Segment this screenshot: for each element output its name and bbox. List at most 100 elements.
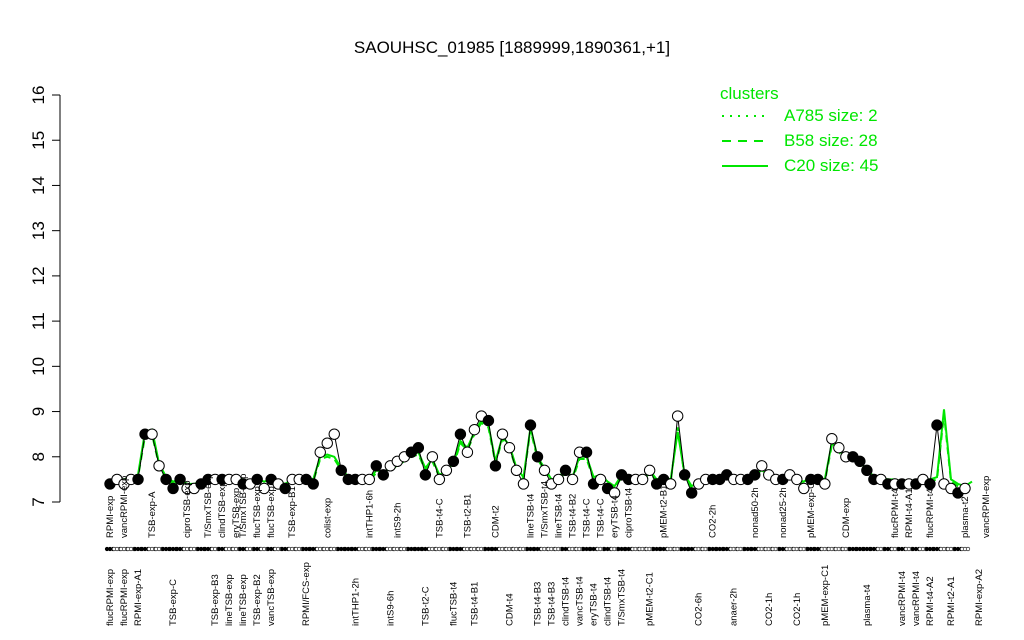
data-point [594, 473, 607, 486]
x-tick-label: pMEM-t2-C1 [645, 572, 656, 626]
x-tick-label: flucRPMI-exp [119, 569, 130, 626]
x-tick-label: eryTSB-t4 [589, 583, 600, 626]
y-tick-label: 10 [29, 357, 48, 376]
x-tick-label: TSB-t2-B1 [462, 494, 473, 538]
data-point [489, 460, 502, 472]
data-point [833, 442, 845, 454]
x-tick-label: vancRPMI-exp [981, 476, 992, 538]
legend-label: A785 size: 2 [784, 106, 878, 125]
x-tick-label: vancRPMI-t4 [897, 571, 908, 626]
x-tick-label: T/SmxTSB-t4 [617, 569, 628, 626]
data-point [433, 473, 446, 486]
x-tick-label: TSB-exp-B1 [287, 486, 298, 538]
x-tick-label: pMEM-exp-C1 [820, 565, 831, 626]
data-point [931, 419, 943, 431]
x-tick-label: flucTSB-exp [252, 486, 263, 538]
x-tick-label: clindTSB-exp [217, 482, 228, 539]
x-tick-label: TSB-t4-C [434, 498, 445, 538]
x-tick-label: RPMI-exp [105, 496, 116, 538]
x-tick-label: intTHP1-6h [364, 490, 375, 538]
y-tick-label: 7 [29, 497, 48, 506]
x-tick-label: T/SmxTSB-exp [203, 474, 214, 538]
data-point [552, 473, 565, 486]
data-point [678, 469, 691, 481]
data-point [826, 432, 838, 445]
data-point [503, 442, 516, 454]
chart-title: SAOUHSC_01985 [1889999,1890361,+1] [354, 38, 670, 57]
x-tick-label: ciproTSB-exp [182, 480, 193, 538]
y-tick-label: 9 [29, 407, 48, 416]
x-tick-label: T/SmxTSB-t4 [540, 481, 551, 538]
data-point [559, 464, 572, 477]
data-point [160, 473, 172, 486]
y-tick-label: 13 [29, 221, 48, 240]
data-point [454, 428, 467, 440]
data-point [496, 428, 509, 440]
x-tick-label: RPMI-exp-A1 [133, 569, 144, 626]
y-tick-label: 14 [29, 176, 48, 195]
data-point [363, 473, 376, 486]
x-tick-label: vancTSB-t4 [575, 576, 586, 626]
x-tick-label: TSB-t4-B3 [547, 582, 558, 626]
x-tick-label: flucTSB-exp [266, 486, 277, 538]
x-tick-label: RPMI-exp-A2 [974, 569, 985, 626]
data-point [671, 410, 684, 422]
data-point [321, 437, 333, 449]
x-tick-label: TSB-exp-B2 [252, 574, 263, 626]
data-point [167, 482, 179, 495]
data-point [517, 478, 530, 490]
x-tick-label: flucRPMI-t4 [925, 488, 936, 538]
data-point [819, 478, 831, 490]
data-point [566, 473, 579, 486]
data-point [146, 428, 158, 440]
data-point [531, 451, 544, 463]
x-tick-label: TSB-t4-B1 [469, 582, 480, 626]
x-tick-label: nonad50-2h [750, 487, 761, 538]
x-tick-label: lineTSB-t4 [525, 494, 536, 538]
x-tick-label: intTHP1-2h [350, 578, 361, 626]
chart: SAOUHSC_01985 [1889999,1890361,+1] 7 8 9 10… [29, 38, 992, 626]
data-point [468, 423, 481, 436]
x-tick-label: anaer-2h [729, 588, 740, 626]
x-tick-label: CDM-t4 [504, 593, 515, 626]
x-tick-label: RPMI-t4-A2 [925, 576, 936, 626]
data-point [412, 442, 425, 454]
x-tick-label: T/SmxTSB-exp [238, 474, 249, 538]
data-point [510, 464, 523, 477]
data-point [153, 460, 165, 472]
data-point [314, 446, 326, 458]
x-tick-label: colist-exp [322, 498, 333, 538]
y-axis: 7 8 9 10 11 12 13 14 15 16 [29, 86, 61, 507]
x-tick-label: TSB-t4-B2 [568, 494, 579, 538]
x-tick-label: RPMI/FCS-exp [301, 562, 312, 626]
x-tick-label: RPMI-t2-A1 [946, 576, 957, 626]
y-tick-label: 15 [29, 131, 48, 150]
x-tick-label: TSB-exp-C [168, 579, 179, 626]
data-point [791, 473, 803, 486]
x-tick-label: clindTSB-t4 [603, 577, 614, 626]
x-tick-label: lineTSB-t4 [554, 494, 565, 538]
data-point [861, 464, 873, 477]
x-tick-label: vancRPMI-exp [119, 476, 130, 538]
x-tick-label: TSB-t4-B3 [533, 582, 544, 626]
x-tick-label: CO2-1h [792, 593, 803, 626]
data-point [959, 482, 971, 495]
data-point [636, 473, 649, 486]
data-point [419, 469, 432, 481]
data-point [643, 464, 656, 477]
data-point [685, 487, 698, 499]
x-tick-label: pMEM-t2-B1 [659, 485, 670, 538]
data-point [377, 469, 390, 481]
rug-mark [965, 546, 971, 552]
legend: clusters A785 size: 2 B58 size: 28 C20 siz… [720, 84, 879, 175]
x-tick-label: TSB-exp-B3 [210, 574, 221, 626]
x-tick-label: TSB-exp-A [147, 491, 158, 538]
data-point [307, 478, 319, 490]
data-point [328, 428, 340, 440]
data-point [426, 451, 439, 463]
x-tick-label: ciproTSB-t4 [624, 488, 635, 538]
x-tick-label: flucRPMI-exp [105, 569, 116, 626]
data-point [749, 469, 761, 481]
legend-label: C20 size: 45 [784, 156, 879, 175]
x-tick-label: CO2-6h [694, 593, 705, 626]
